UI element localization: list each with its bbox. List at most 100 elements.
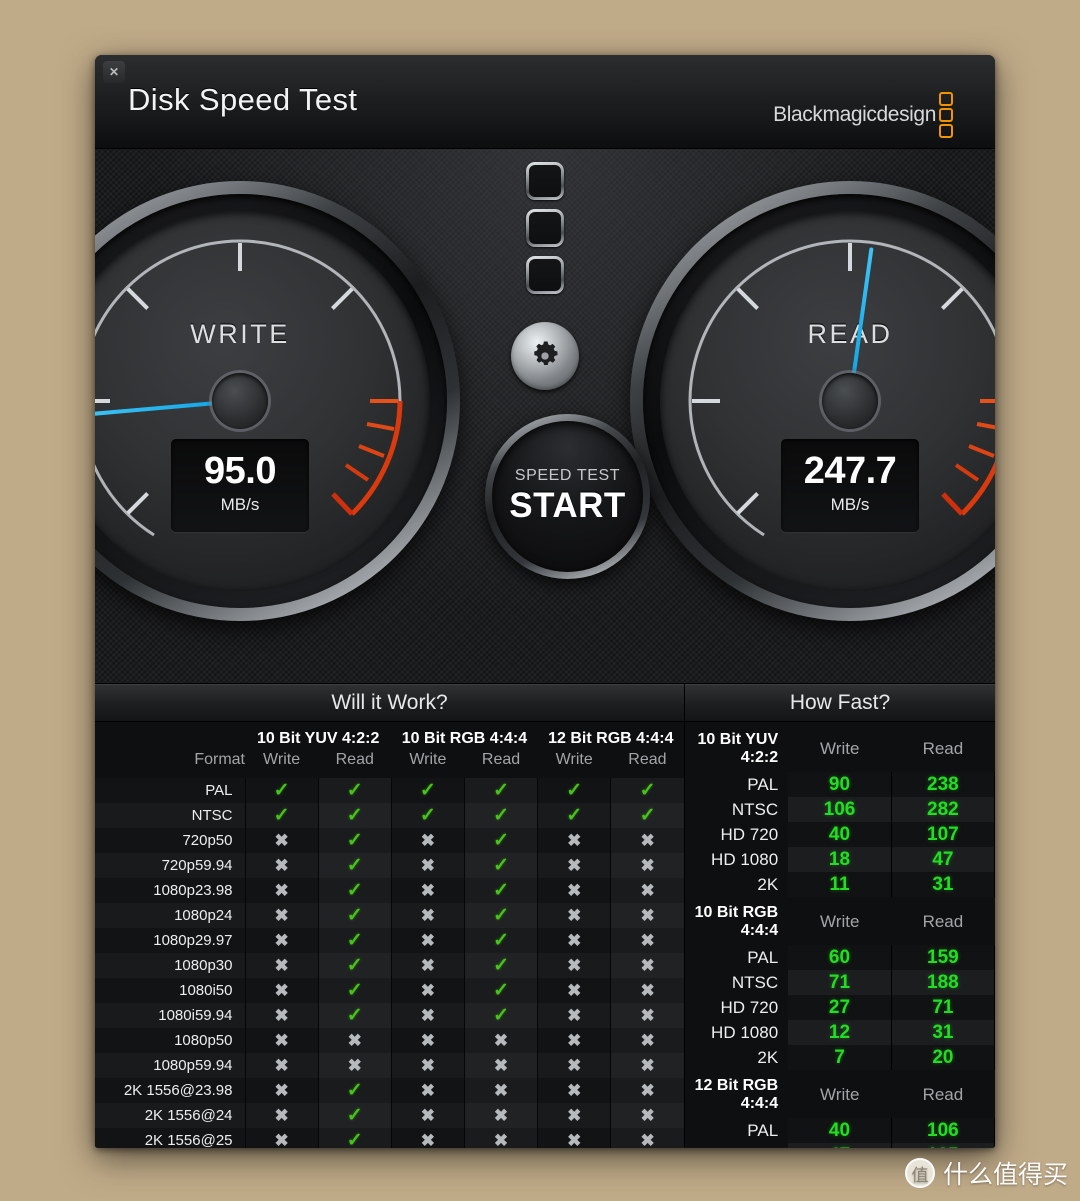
stress-level-indicators: [485, 149, 605, 294]
support-cell: ✖: [245, 828, 319, 853]
how-fast-read-value: 282: [890, 797, 995, 822]
how-fast-read-value: 188: [890, 970, 995, 995]
check-icon: ✓: [493, 880, 509, 901]
how-fast-row-label: NTSC: [731, 972, 779, 992]
how-fast-write-header: Write: [820, 1085, 860, 1104]
watermark-text: 什么值得买: [942, 1161, 1068, 1189]
cross-icon: ✖: [640, 1105, 655, 1125]
check-icon: ✓: [346, 805, 363, 826]
watermark: 值 什么值得买: [904, 1155, 1068, 1191]
support-cell: ✖: [611, 828, 684, 853]
subheader-2: Write: [409, 751, 447, 768]
read-gauge-hub: [822, 373, 878, 429]
how-fast-write-value: 27: [788, 995, 892, 1020]
support-cell: ✖: [464, 1103, 539, 1128]
support-cell: ✖: [391, 1003, 465, 1028]
led-indicator-1[interactable]: [526, 162, 564, 200]
read-gauge: READ 247.7 MB/s: [630, 181, 995, 621]
start-button-sublabel: SPEED TEST: [514, 467, 621, 484]
support-cell: ✓: [464, 978, 539, 1003]
support-cell: ✖: [537, 1128, 612, 1148]
table-row: 720p59.94 ✖ ✓ ✖ ✓ ✖ ✖: [95, 853, 684, 878]
led-indicator-2[interactable]: [526, 209, 564, 247]
check-icon: ✓: [346, 780, 363, 801]
how-fast-read-value: 47: [890, 847, 995, 872]
how-fast-write-value: 60: [788, 945, 892, 970]
speed-test-start-button[interactable]: SPEED TEST START: [485, 414, 650, 579]
format-label: 1080p24: [95, 903, 246, 928]
support-cell: ✓: [318, 953, 392, 978]
check-icon: ✓: [493, 930, 509, 951]
support-cell: ✖: [245, 1103, 319, 1128]
support-cell: ✖: [611, 1078, 684, 1103]
cross-icon: ✖: [640, 1080, 655, 1100]
check-icon: ✓: [346, 955, 363, 976]
support-cell: ✖: [537, 953, 612, 978]
how-fast-write-value: 11: [788, 872, 892, 897]
format-label: 1080p30: [95, 953, 246, 978]
group-header-2: 12 Bit RGB 4:4:4: [548, 730, 674, 747]
cross-icon: ✖: [567, 855, 582, 875]
support-cell: ✖: [464, 1078, 539, 1103]
support-cell: ✓: [391, 778, 465, 803]
settings-button[interactable]: [511, 322, 579, 390]
how-fast-read-value: 125: [890, 1143, 995, 1148]
cross-icon: ✖: [640, 980, 655, 1000]
cross-icon: ✖: [420, 1030, 436, 1050]
check-icon: ✓: [493, 905, 509, 926]
check-icon: ✓: [419, 805, 436, 826]
led-indicator-3[interactable]: [526, 256, 564, 294]
title-bar: ✕ Disk Speed Test Blackmagicdesign: [95, 55, 995, 149]
cross-icon: ✖: [274, 880, 289, 900]
how-fast-row-label: NTSC: [685, 1143, 788, 1149]
table-row: PAL 40 106: [685, 1118, 995, 1143]
support-cell: ✖: [537, 978, 612, 1003]
support-cell: ✓: [318, 878, 392, 903]
support-cell: ✖: [464, 1053, 539, 1078]
support-cell: ✖: [391, 878, 465, 903]
cross-icon: ✖: [493, 1080, 509, 1100]
close-button[interactable]: ✕: [103, 61, 125, 83]
cross-icon: ✖: [274, 1105, 289, 1125]
cross-icon: ✖: [420, 930, 436, 950]
check-icon: ✓: [346, 880, 363, 901]
support-cell: ✖: [537, 1103, 612, 1128]
cross-icon: ✖: [493, 1055, 509, 1075]
table-row: 1080i50 ✖ ✓ ✖ ✓ ✖ ✖: [95, 978, 684, 1003]
cross-icon: ✖: [567, 1055, 582, 1075]
how-fast-read-header: Read: [922, 912, 964, 931]
check-icon: ✓: [566, 805, 583, 826]
cross-icon: ✖: [640, 1030, 655, 1050]
support-cell: ✖: [391, 978, 465, 1003]
support-cell: ✖: [611, 1028, 684, 1053]
brand-text: Blackmagicdesign: [773, 103, 936, 126]
cross-icon: ✖: [420, 1080, 436, 1100]
cross-icon: ✖: [640, 955, 655, 975]
support-cell: ✖: [391, 903, 465, 928]
cross-icon: ✖: [274, 1030, 289, 1050]
support-cell: ✖: [391, 1103, 465, 1128]
check-icon: ✓: [346, 980, 363, 1001]
cross-icon: ✖: [420, 955, 436, 975]
how-fast-row-label: PAL: [747, 1120, 779, 1140]
cross-icon: ✖: [640, 1055, 655, 1075]
format-label: 1080i50: [95, 978, 246, 1003]
check-icon: ✓: [346, 1130, 363, 1148]
how-fast-write-value: 71: [788, 970, 892, 995]
how-fast-row-label: NTSC: [731, 799, 779, 819]
support-cell: ✖: [245, 1003, 319, 1028]
how-fast-read-header: Read: [922, 739, 964, 758]
check-icon: ✓: [346, 930, 363, 951]
support-cell: ✖: [245, 1078, 319, 1103]
cross-icon: ✖: [567, 955, 582, 975]
how-fast-read-header: Read: [922, 1085, 964, 1104]
will-it-work-group-row: 10 Bit YUV 4:2:2 10 Bit RGB 4:4:4 12 Bit…: [95, 722, 684, 748]
how-fast-write-header: Write: [820, 912, 860, 931]
cross-icon: ✖: [420, 1130, 436, 1149]
how-fast-row-label: PAL: [747, 947, 779, 967]
cross-icon: ✖: [274, 830, 289, 850]
table-row: 2K 11 31: [685, 872, 995, 897]
support-cell: ✓: [611, 778, 684, 803]
check-icon: ✓: [493, 980, 509, 1001]
table-row: 720p50 ✖ ✓ ✖ ✓ ✖ ✖: [95, 828, 684, 853]
